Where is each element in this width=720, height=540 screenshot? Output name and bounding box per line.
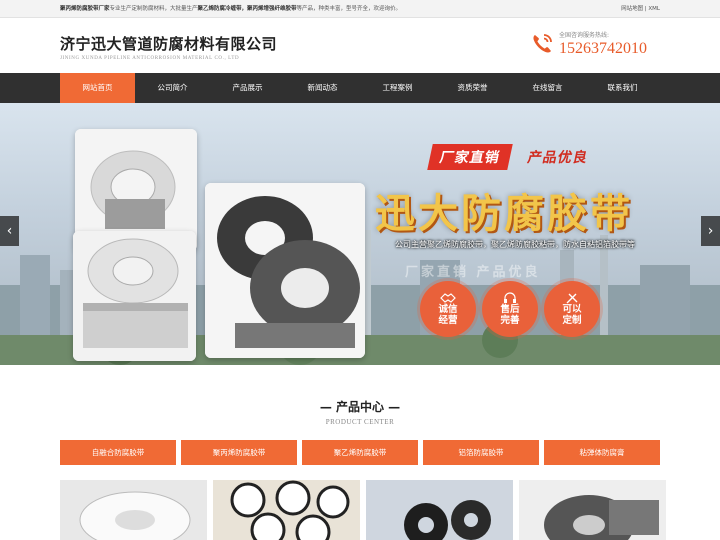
company-logo[interactable]: 济宁迅大管道防腐材料有限公司 JINING XUNDA PIPELINE ANT… [60, 33, 277, 61]
product-center-header: — 产品中心 — PRODUCT CENTER [0, 398, 720, 426]
badge-integrity-line1: 诚信 [438, 303, 458, 315]
nav-about[interactable]: 公司简介 [135, 73, 210, 103]
product-thumbnails [60, 480, 672, 540]
nav-news[interactable]: 新闻动态 [285, 73, 360, 103]
welcome-notice: 聚丙烯防腐胶带厂家专业生产定制防腐材料，大批量生产聚乙烯防腐冷缠带，聚丙烯增强纤… [60, 6, 401, 12]
badge-after-sales-line2: 完善 [500, 314, 520, 326]
product-center-subtitle: PRODUCT CENTER [325, 418, 395, 426]
site-header: 济宁迅大管道防腐材料有限公司 JINING XUNDA PIPELINE ANT… [0, 18, 720, 73]
main-nav: 网站首页 公司简介 产品展示 新闻动态 工程案例 资质荣誉 在线留言 联系我们 [0, 73, 720, 103]
category-self-fusing-tape[interactable]: 自融合防腐胶带 [60, 440, 176, 465]
nav-home[interactable]: 网站首页 [60, 73, 135, 103]
badge-customizable: 可以 定制 [544, 281, 600, 337]
nav-cases[interactable]: 工程案例 [360, 73, 435, 103]
tape-roll-black-graphic [205, 183, 365, 358]
banner-tags: 厂家直销 产品优良 [427, 144, 606, 170]
banner-tag-quality: 产品优良 [526, 150, 590, 166]
product-category-tabs: 自融合防腐胶带 聚丙烯防腐胶带 聚乙烯防腐胶带 铝箔防腐胶带 粘弹体防腐膏 [60, 440, 665, 465]
product-thumb-white-roll [60, 480, 207, 540]
badge-customizable-line1: 可以 [562, 303, 582, 315]
hotline-block: 全国咨询服务热线: 15263742010 [530, 30, 647, 58]
banner-subtitle: 公司主营聚乙烯防腐胶带，聚乙烯防腐胶粘带，防水自粘铝箔胶带等 [395, 240, 635, 249]
product-thumb[interactable] [519, 480, 666, 540]
tape-roll-image-stack [73, 231, 196, 361]
product-thumb[interactable] [60, 480, 207, 540]
headset-icon [504, 292, 516, 303]
product-thumb-black-rolls [366, 480, 513, 540]
product-thumb-boxed-rolls [213, 480, 360, 540]
company-name-en: JINING XUNDA PIPELINE ANTICORROSION MATE… [60, 56, 240, 61]
product-center-title: — 产品中心 — [319, 400, 401, 414]
hotline-number[interactable]: 15263742010 [559, 40, 647, 58]
banner-ghost-text: 厂家直销 产品优良 [405, 265, 541, 280]
notice-tail: 等产品，种类丰富，型号齐全，欢迎询价。 [296, 6, 402, 12]
phone-icon [533, 34, 552, 53]
sitemap-links[interactable]: 网站地图 | XML [621, 0, 660, 18]
badge-customizable-line2: 定制 [562, 314, 582, 326]
badge-after-sales-line1: 售后 [500, 303, 520, 315]
banner-tag-direct-sale: 厂家直销 [427, 144, 513, 170]
hotline-label: 全国咨询服务热线: [559, 32, 610, 39]
tape-roll-stack-graphic [73, 231, 196, 361]
nav-contact[interactable]: 联系我们 [585, 73, 660, 103]
badge-integrity: 诚信 经营 [420, 281, 476, 337]
banner-prev-arrow[interactable]: ‹ [0, 216, 19, 246]
nav-message[interactable]: 在线留言 [510, 73, 585, 103]
nav-products[interactable]: 产品展示 [210, 73, 285, 103]
category-viscoelastic-paste[interactable]: 粘弹体防腐膏 [544, 440, 660, 465]
badge-integrity-line2: 经营 [438, 314, 458, 326]
banner-badges: 诚信 经营 售后 完善 可以 定制 [420, 281, 606, 337]
company-name-cn: 济宁迅大管道防腐材料有限公司 [60, 35, 278, 53]
hero-banner[interactable]: 厂家直销 产品优良 迅大防腐胶带 公司主营聚乙烯防腐胶带，聚乙烯防腐胶粘带，防水… [0, 103, 720, 365]
nav-honors[interactable]: 资质荣誉 [435, 73, 510, 103]
tape-roll-image-black [205, 183, 365, 358]
top-notice-bar: 聚丙烯防腐胶带厂家专业生产定制防腐材料，大批量生产聚乙烯防腐冷缠带，聚丙烯增强纤… [0, 0, 720, 18]
category-polypropylene-tape[interactable]: 聚丙烯防腐胶带 [181, 440, 297, 465]
category-polyethylene-tape[interactable]: 聚乙烯防腐胶带 [302, 440, 418, 465]
tools-icon [566, 293, 578, 304]
banner-title: 迅大防腐胶带 [375, 190, 633, 237]
handshake-icon [440, 292, 456, 303]
product-thumb-grey-roll [519, 480, 666, 540]
notice-brand: 聚丙烯防腐胶带厂家 [60, 6, 110, 12]
category-aluminum-foil-tape[interactable]: 铝箔防腐胶带 [423, 440, 539, 465]
product-thumb[interactable] [213, 480, 360, 540]
product-thumb[interactable] [366, 480, 513, 540]
banner-next-arrow[interactable]: › [701, 216, 720, 246]
badge-after-sales: 售后 完善 [482, 281, 538, 337]
notice-product: 聚乙烯防腐冷缠带，聚丙烯增强纤维胶带 [197, 6, 297, 12]
notice-text: 专业生产定制防腐材料，大批量生产 [109, 6, 198, 12]
